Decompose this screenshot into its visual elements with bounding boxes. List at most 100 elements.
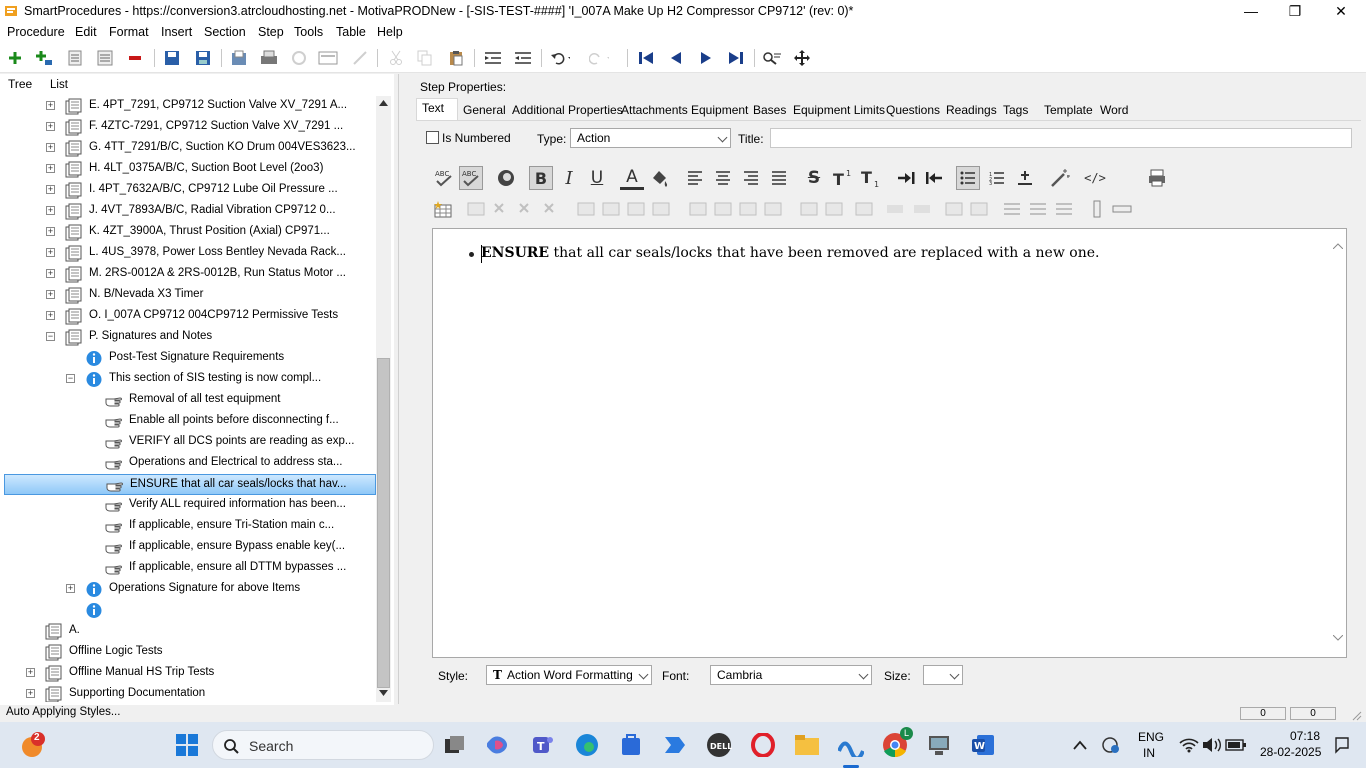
- tab-equipment-limits[interactable]: Equipment Limits: [793, 103, 885, 117]
- tab-word[interactable]: Word: [1100, 103, 1128, 117]
- export-icon[interactable]: [229, 49, 249, 67]
- battery-icon[interactable]: [1222, 731, 1250, 759]
- start-icon[interactable]: [173, 731, 201, 759]
- expand-node-icon[interactable]: +: [26, 668, 35, 677]
- tab-tags[interactable]: Tags: [1003, 103, 1028, 117]
- tree-item[interactable]: + O. I_007A CP9712 004CP9712 Permissive T…: [4, 306, 376, 327]
- tree-item[interactable]: Operations and Electrical to address sta…: [4, 453, 376, 474]
- remove-icon[interactable]: [125, 49, 145, 67]
- tab-text[interactable]: Text: [422, 101, 444, 115]
- tree-item[interactable]: + M. 2RS-0012A & 2RS-0012B, Run Status Mo…: [4, 264, 376, 285]
- next-icon[interactable]: [696, 49, 716, 67]
- tree-item[interactable]: − P. Signatures and Notes: [4, 327, 376, 348]
- vertical-bar-icon[interactable]: [1087, 200, 1107, 218]
- word-icon[interactable]: W: [969, 731, 997, 759]
- teams-icon[interactable]: T: [529, 731, 557, 759]
- panel-splitter[interactable]: [398, 74, 406, 704]
- copilot-icon[interactable]: [485, 731, 513, 759]
- spell-check-as-you-type-icon[interactable]: ABC: [459, 166, 483, 190]
- expand-icon[interactable]: [95, 49, 115, 67]
- tab-list[interactable]: List: [50, 79, 68, 91]
- expand-node-icon[interactable]: +: [46, 227, 55, 236]
- notifications-icon[interactable]: 2: [20, 731, 48, 759]
- tree-item[interactable]: Enable all points before disconnecting f…: [4, 411, 376, 432]
- bullet-list-icon[interactable]: [956, 166, 980, 190]
- tree-item[interactable]: + Operations Signature for above Items: [4, 579, 376, 600]
- tree-item[interactable]: ENSURE that all car seals/locks that hav…: [4, 474, 376, 495]
- tree-item[interactable]: A.: [4, 621, 376, 642]
- tree-scrollbar[interactable]: [376, 96, 391, 702]
- tree-item[interactable]: + Supporting Documentation: [4, 684, 376, 702]
- tree-item[interactable]: + J. 4VT_7893A/B/C, Radial Vibration CP97…: [4, 201, 376, 222]
- step-text-editor[interactable]: ENSURE that all car seals/locks that hav…: [432, 228, 1347, 658]
- tree-item[interactable]: + H. 4LT_0375A/B/C, Suction Boot Level (2…: [4, 159, 376, 180]
- tree-item[interactable]: + I. 4PT_7632A/B/C, CP9712 Lube Oil Press…: [4, 180, 376, 201]
- tab-attachments[interactable]: Attachments: [621, 103, 688, 117]
- add-child-icon[interactable]: [34, 49, 54, 67]
- outdent-icon[interactable]: [513, 49, 533, 67]
- previous-icon[interactable]: [666, 49, 686, 67]
- italic-button[interactable]: I: [557, 166, 581, 190]
- tree-item[interactable]: + E. 4PT_7291, CP9712 Suction Valve XV_72…: [4, 96, 376, 117]
- menu-procedure[interactable]: Procedure: [7, 25, 65, 39]
- indent-increase-icon[interactable]: [894, 166, 918, 190]
- taskbar-search[interactable]: Search: [212, 730, 434, 760]
- print-icon[interactable]: [259, 49, 279, 67]
- scrollbar-thumb[interactable]: [377, 358, 390, 688]
- tree-item[interactable]: Removal of all test equipment: [4, 390, 376, 411]
- expand-node-icon[interactable]: +: [46, 269, 55, 278]
- expand-node-icon[interactable]: +: [46, 290, 55, 299]
- tree-item[interactable]: Offline Logic Tests: [4, 642, 376, 663]
- remote-desktop-icon[interactable]: [925, 731, 953, 759]
- tree-item[interactable]: Verify ALL required information has been…: [4, 495, 376, 516]
- expand-node-icon[interactable]: +: [26, 689, 35, 698]
- expand-node-icon[interactable]: +: [46, 143, 55, 152]
- underline-button[interactable]: U: [585, 166, 609, 190]
- tab-general[interactable]: General: [463, 103, 506, 117]
- scroll-down-icon[interactable]: [379, 690, 388, 696]
- tab-readings[interactable]: Readings: [946, 103, 997, 117]
- close-button[interactable]: ✕: [1318, 0, 1364, 22]
- strikethrough-icon[interactable]: S: [802, 166, 826, 190]
- last-icon[interactable]: [726, 49, 746, 67]
- tab-equipment[interactable]: Equipment: [691, 103, 748, 117]
- menu-insert[interactable]: Insert: [161, 25, 192, 39]
- editor-scrollbar[interactable]: [1332, 241, 1344, 645]
- collapse-node-icon[interactable]: −: [66, 374, 75, 383]
- title-input[interactable]: [770, 128, 1352, 148]
- clock-time[interactable]: 07:18: [1290, 729, 1320, 743]
- insert-line-icon[interactable]: [1013, 166, 1037, 190]
- scroll-up-icon[interactable]: [379, 100, 388, 106]
- bold-button[interactable]: B: [529, 166, 553, 190]
- style-dropdown[interactable]: T Action Word Formatting: [486, 665, 652, 685]
- minimize-button[interactable]: —: [1228, 0, 1274, 22]
- menu-help[interactable]: Help: [377, 25, 403, 39]
- region-indicator[interactable]: IN: [1143, 746, 1155, 760]
- expand-node-icon[interactable]: +: [46, 164, 55, 173]
- tree-item[interactable]: [4, 600, 376, 621]
- tree-item[interactable]: + N. B/Nevada X3 Timer: [4, 285, 376, 306]
- save-all-icon[interactable]: [163, 49, 183, 67]
- tree-item[interactable]: If applicable, ensure Bypass enable key(…: [4, 537, 376, 558]
- menu-step[interactable]: Step: [258, 25, 284, 39]
- tree-item[interactable]: + F. 4ZTC-7291, CP9712 Suction Valve XV_7…: [4, 117, 376, 138]
- tree-item[interactable]: + Offline Manual HS Trip Tests: [4, 663, 376, 684]
- menu-edit[interactable]: Edit: [75, 25, 97, 39]
- is-numbered-checkbox[interactable]: [426, 131, 439, 144]
- numbered-list-icon[interactable]: 123: [985, 166, 1009, 190]
- type-dropdown[interactable]: Action: [570, 128, 731, 148]
- insert-table-icon[interactable]: [433, 200, 453, 218]
- tree-item[interactable]: VERIFY all DCS points are reading as exp…: [4, 432, 376, 453]
- undo-icon[interactable]: [550, 49, 570, 67]
- clock-date[interactable]: 28-02-2025: [1260, 745, 1321, 759]
- align-left-icon[interactable]: [683, 166, 707, 190]
- subscript-icon[interactable]: T1: [859, 166, 883, 190]
- menu-table[interactable]: Table: [336, 25, 366, 39]
- menu-tools[interactable]: Tools: [294, 25, 323, 39]
- file-explorer-icon[interactable]: [793, 731, 821, 759]
- show-hidden-icons-icon[interactable]: [1066, 731, 1094, 759]
- tree-item[interactable]: Post-Test Signature Requirements: [4, 348, 376, 369]
- align-center-icon[interactable]: [711, 166, 735, 190]
- expand-node-icon[interactable]: +: [46, 206, 55, 215]
- align-right-icon[interactable]: [739, 166, 763, 190]
